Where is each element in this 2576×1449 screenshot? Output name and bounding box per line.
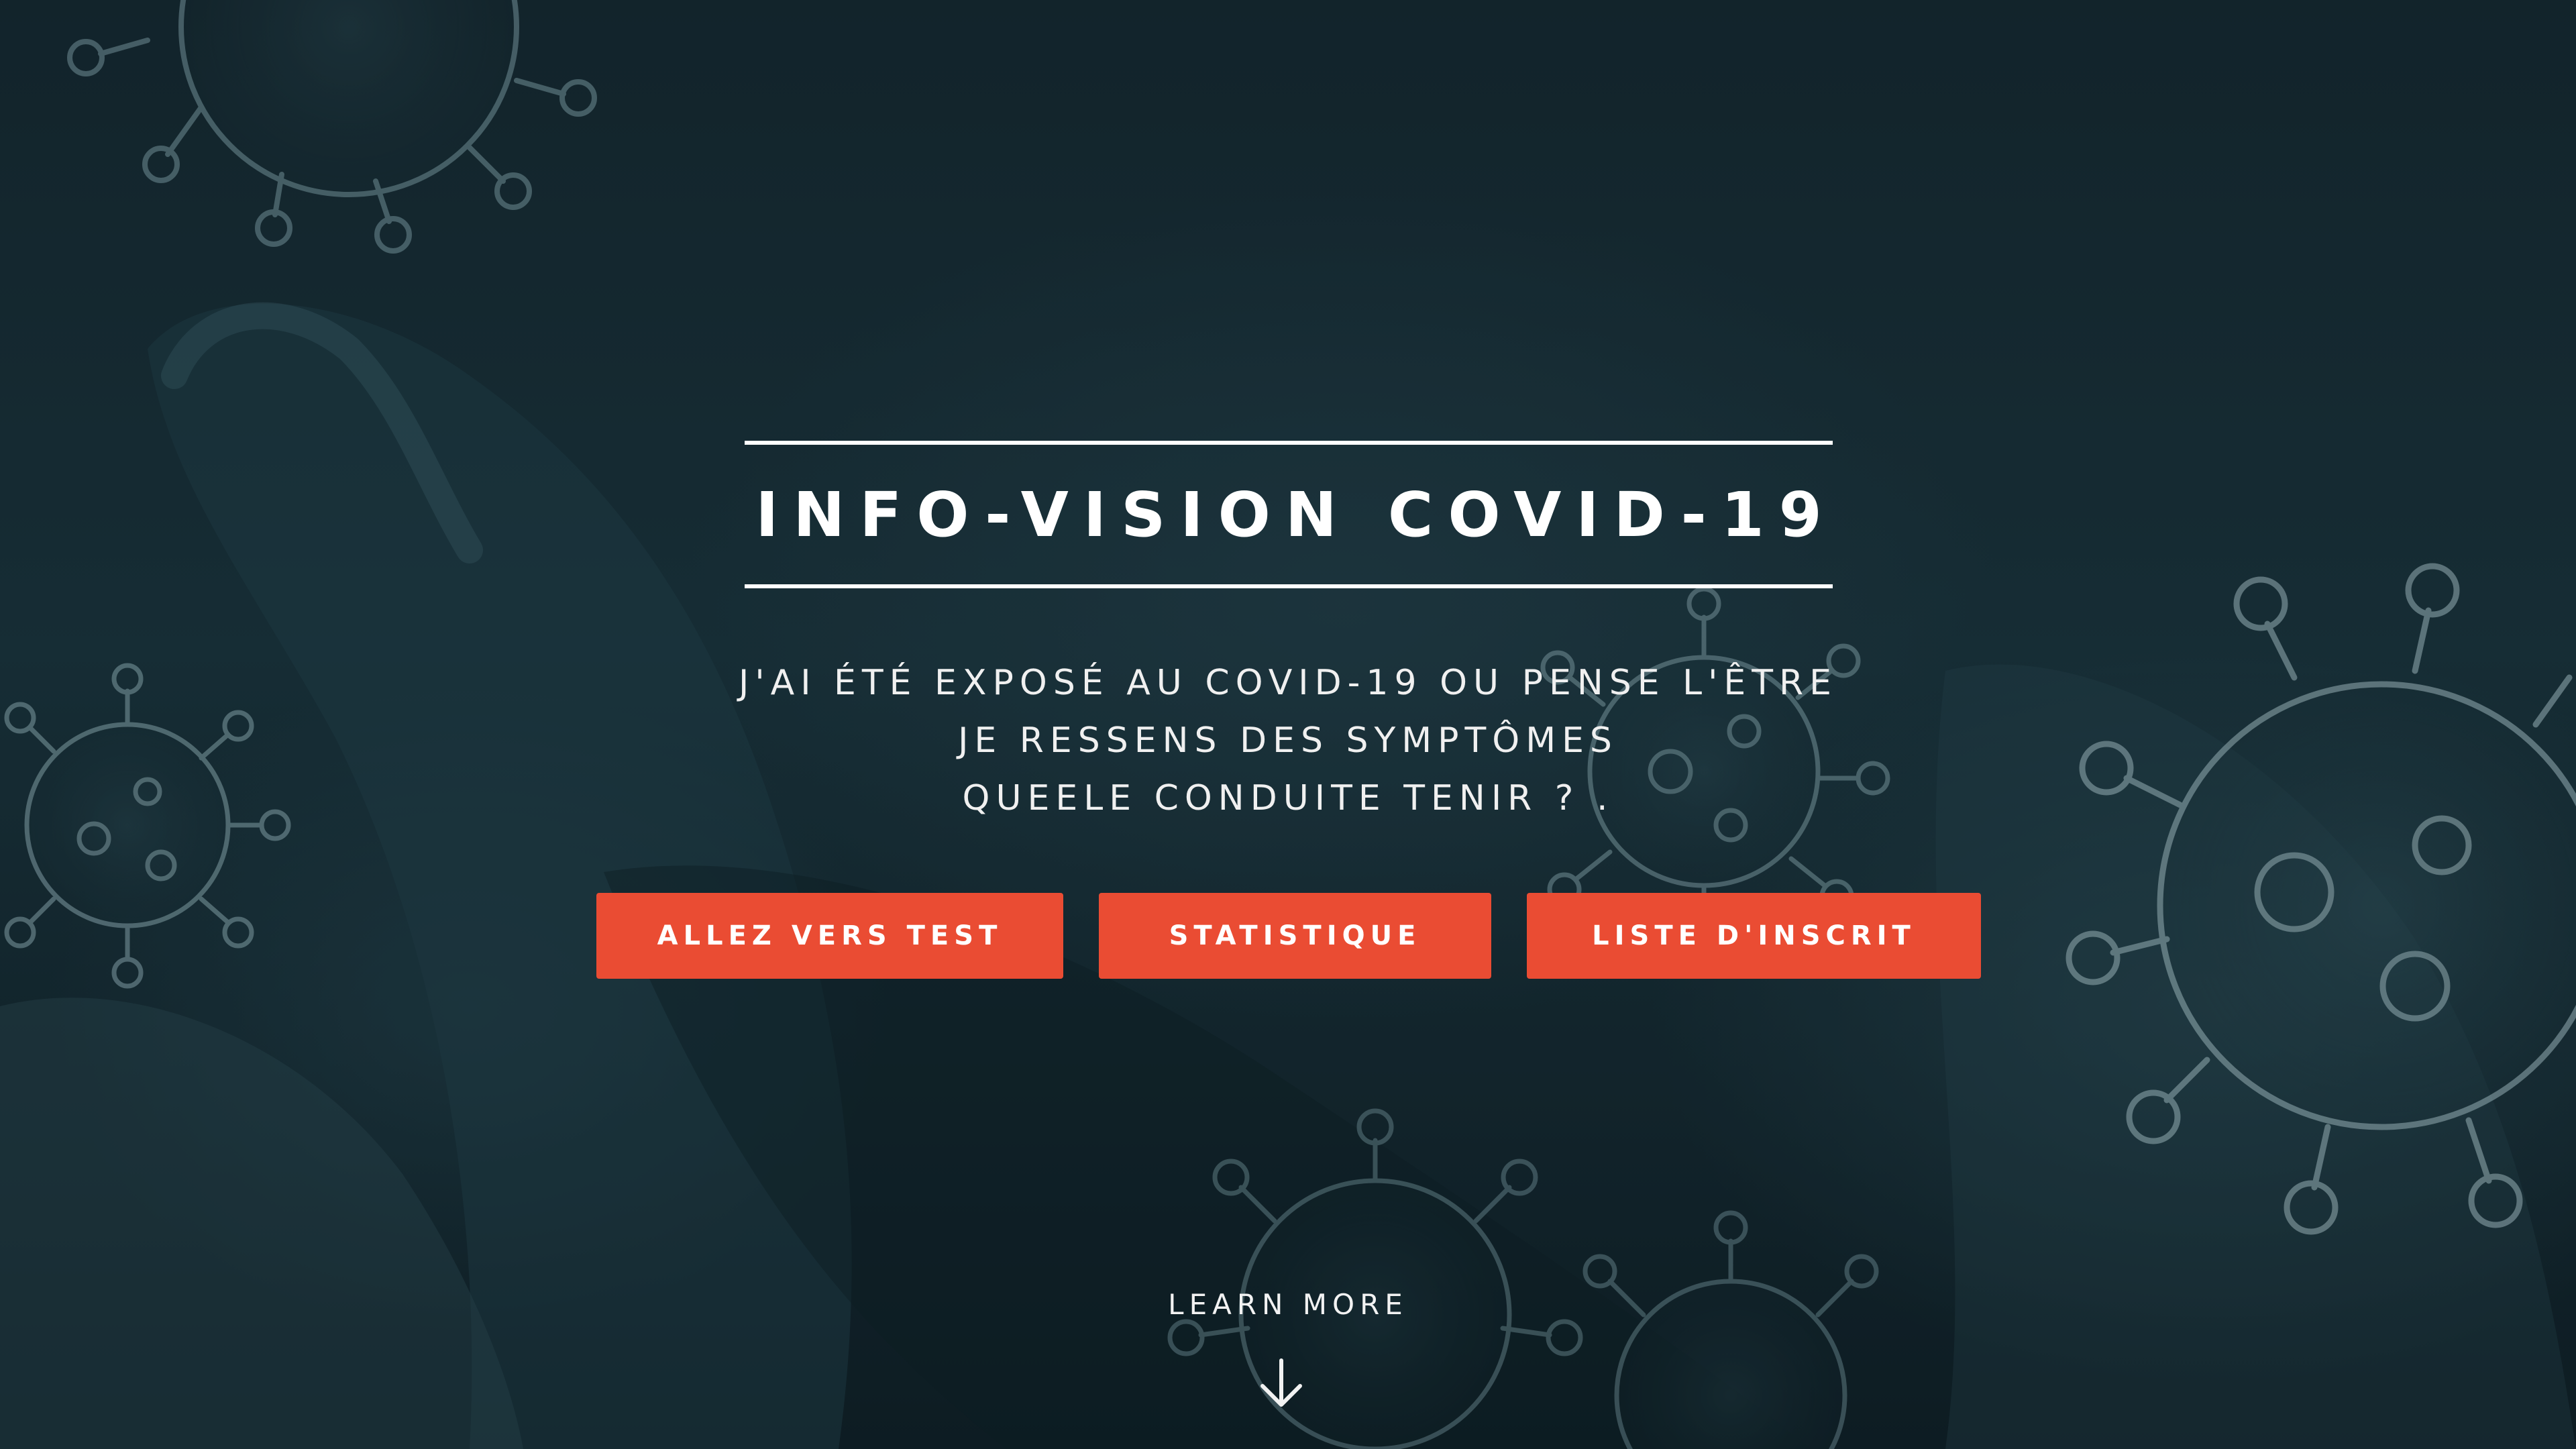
hero-subtitle: J'AI ÉTÉ EXPOSÉ AU COVID-19 OU PENSE L'Ê…: [0, 654, 2576, 827]
hero-content: INFO-VISION COVID-19 J'AI ÉTÉ EXPOSÉ AU …: [0, 0, 2576, 1449]
page-title: INFO-VISION COVID-19: [755, 478, 1837, 551]
go-to-test-button[interactable]: ALLEZ VERS TEST: [596, 893, 1063, 979]
title-frame: INFO-VISION COVID-19: [745, 441, 1833, 588]
hero-section: INFO-VISION COVID-19 J'AI ÉTÉ EXPOSÉ AU …: [0, 0, 2576, 1449]
subtitle-line: JE RESSENS DES SYMPTÔMES: [958, 720, 1618, 761]
hero-buttons: ALLEZ VERS TEST STATISTIQUE LISTE D'INSC…: [0, 893, 2576, 979]
arrow-down-icon[interactable]: [1254, 1356, 1308, 1410]
subtitle-line: QUEELE CONDUITE TENIR ? .: [962, 778, 1614, 818]
registered-list-button[interactable]: LISTE D'INSCRIT: [1527, 893, 1981, 979]
learn-more-link[interactable]: LEARN MORE: [0, 1288, 2576, 1321]
statistics-button[interactable]: STATISTIQUE: [1099, 893, 1491, 979]
subtitle-line: J'AI ÉTÉ EXPOSÉ AU COVID-19 OU PENSE L'Ê…: [738, 663, 1838, 703]
